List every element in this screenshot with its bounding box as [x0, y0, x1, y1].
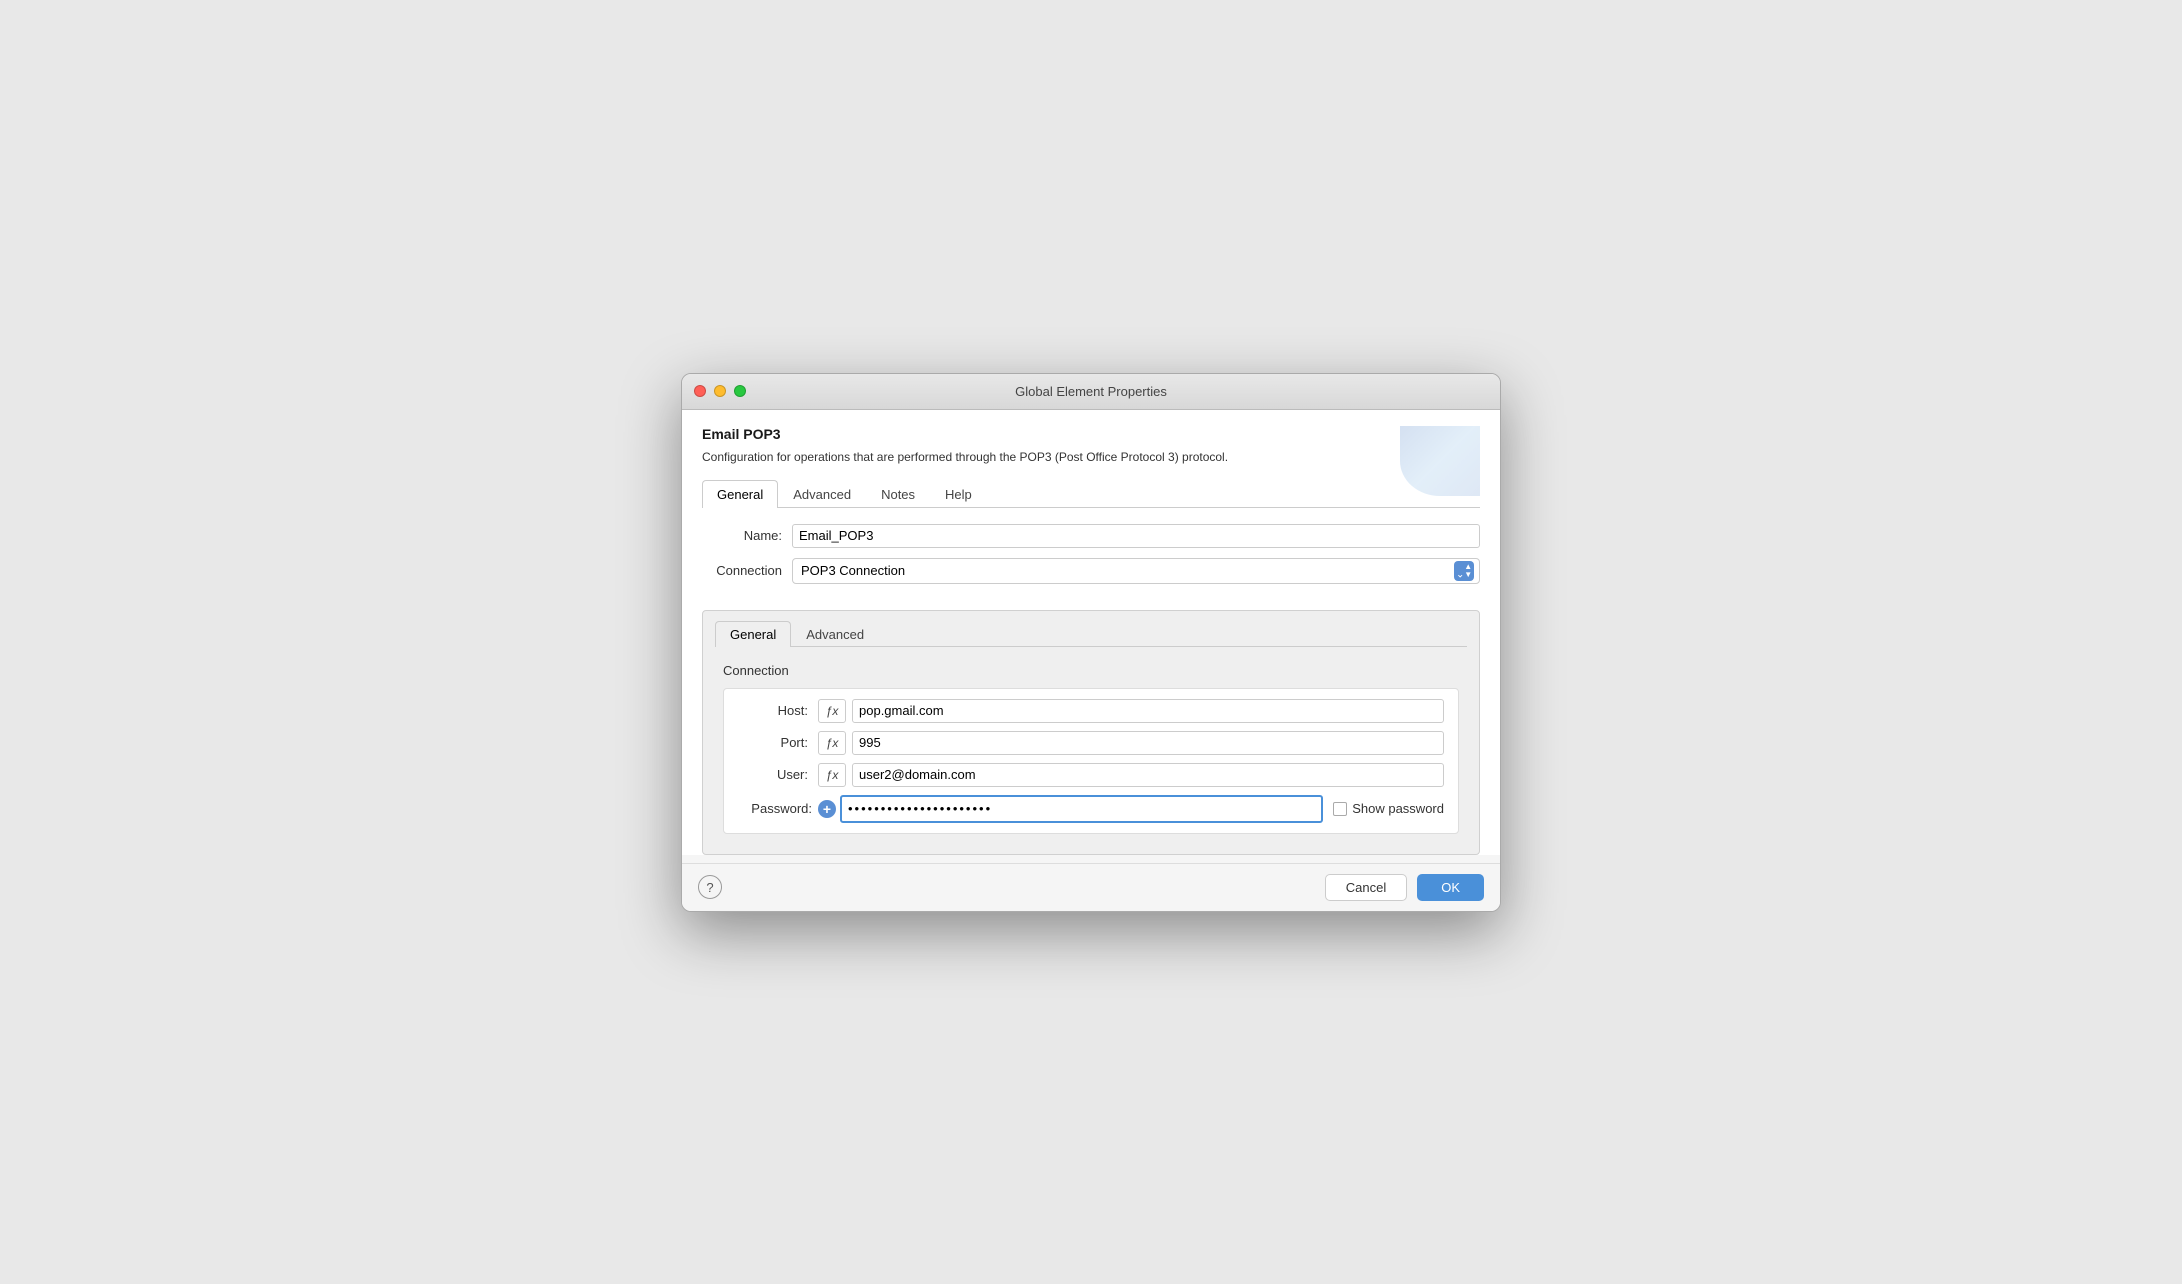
main-content: Email POP3 Configuration for operations … [682, 410, 1500, 855]
content-wrapper: Email POP3 Configuration for operations … [702, 426, 1480, 855]
button-group: Cancel OK [1325, 874, 1484, 901]
connection-select[interactable]: POP3 Connection [792, 558, 1480, 584]
close-button[interactable] [694, 385, 706, 397]
bottom-bar: ? Cancel OK [682, 863, 1500, 911]
panel-description: Configuration for operations that are pe… [702, 448, 1480, 466]
connection-label: Connection [702, 563, 792, 578]
connection-select-wrapper: POP3 Connection ▲ ▼ [792, 558, 1480, 584]
traffic-lights [694, 385, 746, 397]
outer-tabs: General Advanced Notes Help [702, 480, 1480, 508]
user-input[interactable] [852, 763, 1444, 787]
port-label: Port: [738, 735, 818, 750]
help-button[interactable]: ? [698, 875, 722, 899]
tab-general-outer[interactable]: General [702, 480, 778, 508]
user-label: User: [738, 767, 818, 782]
tab-advanced-outer[interactable]: Advanced [778, 480, 866, 508]
tab-advanced-inner[interactable]: Advanced [791, 621, 879, 647]
decorative-graphic [1400, 426, 1480, 496]
tab-general-inner[interactable]: General [715, 621, 791, 647]
host-label: Host: [738, 703, 818, 718]
titlebar: Global Element Properties [682, 374, 1500, 410]
show-password-text: Show password [1352, 801, 1444, 816]
connection-section-title: Connection [723, 663, 1459, 678]
connection-section: Connection Host: ƒx Port: ƒx [715, 659, 1467, 838]
minimize-button[interactable] [714, 385, 726, 397]
user-fx-button[interactable]: ƒx [818, 763, 846, 787]
show-password-checkbox[interactable] [1333, 802, 1347, 816]
host-input[interactable] [852, 699, 1444, 723]
port-fx-button[interactable]: ƒx [818, 731, 846, 755]
host-fx-button[interactable]: ƒx [818, 699, 846, 723]
name-row: Name: [702, 524, 1480, 548]
connection-row: Connection POP3 Connection ▲ ▼ [702, 558, 1480, 584]
name-input[interactable] [792, 524, 1480, 548]
form-area: Name: Connection POP3 Connection ▲ ▼ [702, 508, 1480, 602]
panel-title: Email POP3 [702, 426, 1480, 442]
connection-form: Host: ƒx Port: ƒx User: [723, 688, 1459, 834]
name-label: Name: [702, 528, 792, 543]
port-input[interactable] [852, 731, 1444, 755]
password-row: Password: Show password [738, 795, 1444, 823]
tab-help-outer[interactable]: Help [930, 480, 987, 508]
password-label: Password: [738, 801, 818, 816]
cancel-button[interactable]: Cancel [1325, 874, 1407, 901]
inner-panel: General Advanced Connection Host: ƒx [702, 610, 1480, 855]
inner-tabs: General Advanced [715, 621, 1467, 647]
password-input[interactable] [840, 795, 1323, 823]
user-row: User: ƒx [738, 763, 1444, 787]
port-row: Port: ƒx [738, 731, 1444, 755]
show-password-label: Show password [1333, 801, 1444, 816]
maximize-button[interactable] [734, 385, 746, 397]
tab-notes-outer[interactable]: Notes [866, 480, 930, 508]
ok-button[interactable]: OK [1417, 874, 1484, 901]
password-add-button[interactable] [818, 800, 836, 818]
dialog-window: Global Element Properties Email POP3 Con… [681, 373, 1501, 912]
window-title: Global Element Properties [1015, 384, 1167, 399]
host-row: Host: ƒx [738, 699, 1444, 723]
